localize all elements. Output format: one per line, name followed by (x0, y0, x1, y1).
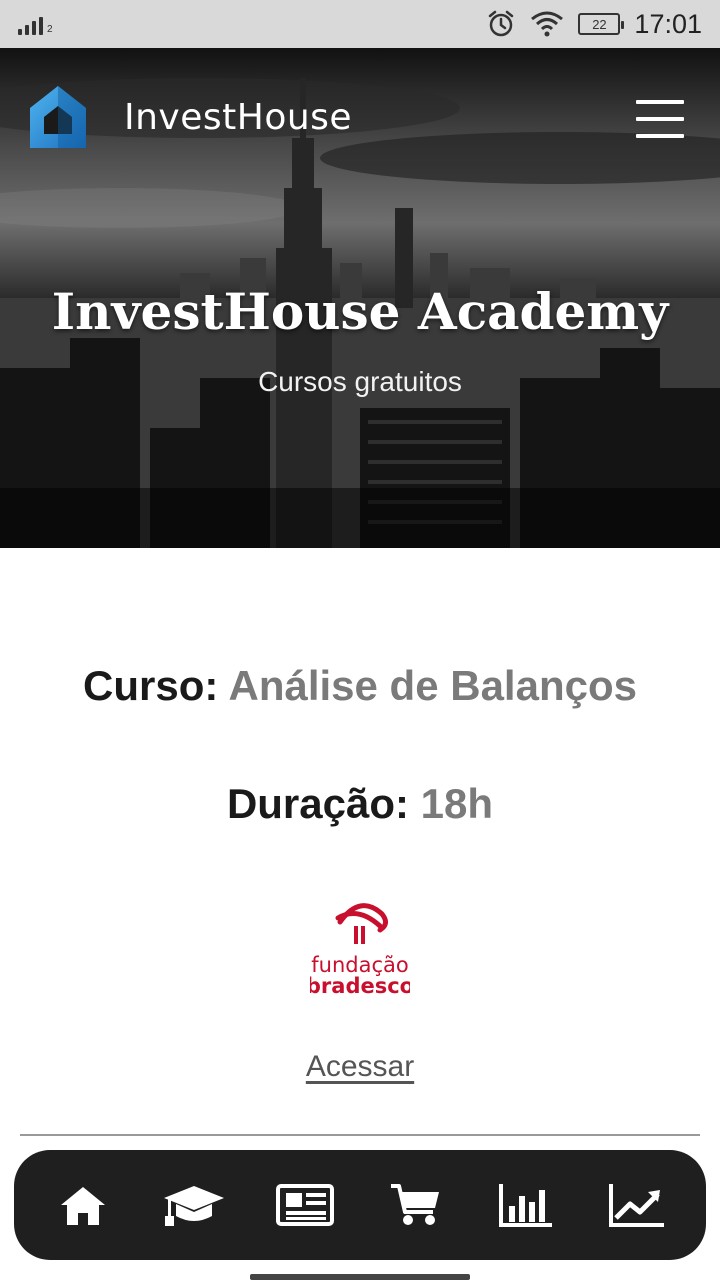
nav-stats[interactable] (486, 1170, 566, 1240)
graduation-cap-icon (163, 1186, 224, 1226)
signal-sub-label: 2 (47, 24, 53, 35)
line-chart-icon (608, 1184, 664, 1227)
bar-chart-icon (498, 1184, 552, 1227)
page-title: InvestHouse Academy (51, 282, 669, 341)
section-divider (20, 1134, 700, 1136)
bottom-navigation (14, 1150, 706, 1260)
alarm-icon (489, 10, 514, 37)
newspaper-icon (275, 1184, 334, 1226)
course-duration-value: 18h (420, 780, 494, 827)
nav-shop[interactable] (375, 1170, 455, 1240)
cart-icon (391, 1184, 440, 1225)
page-subtitle: Cursos gratuitos (258, 366, 462, 397)
course-duration: Duração: 18h (0, 780, 720, 828)
status-bar: 2 22 17:01 (0, 0, 720, 48)
course-duration-label: Duração: (226, 780, 409, 827)
house-logo-icon (30, 86, 86, 148)
signal-icon: 2 (18, 13, 53, 35)
battery-level: 22 (592, 16, 607, 32)
course-name: Curso: Análise de Balanços (0, 662, 720, 710)
hero-banner: InvestHouse InvestHouse Academy Cursos g… (0, 48, 720, 548)
access-course-link[interactable]: Acessar (0, 1050, 720, 1084)
battery-icon: 22 (578, 13, 625, 35)
fundacao-bradesco-logo: fundação bradesco (310, 903, 410, 996)
nav-news[interactable] (265, 1170, 345, 1240)
nav-market[interactable] (597, 1170, 677, 1240)
wifi-icon (531, 11, 564, 37)
hamburger-menu-icon[interactable] (636, 100, 684, 138)
brand-name[interactable]: InvestHouse (124, 97, 352, 138)
course-name-label: Curso: (83, 662, 219, 709)
home-icon (61, 1187, 106, 1225)
course-name-value: Análise de Balanços (228, 662, 637, 709)
nav-home[interactable] (43, 1170, 123, 1240)
partner-logo-line2: bradesco (310, 974, 410, 996)
next-section-peek (0, 1266, 720, 1280)
status-time: 17:01 (634, 8, 702, 39)
nav-courses[interactable] (154, 1170, 234, 1240)
